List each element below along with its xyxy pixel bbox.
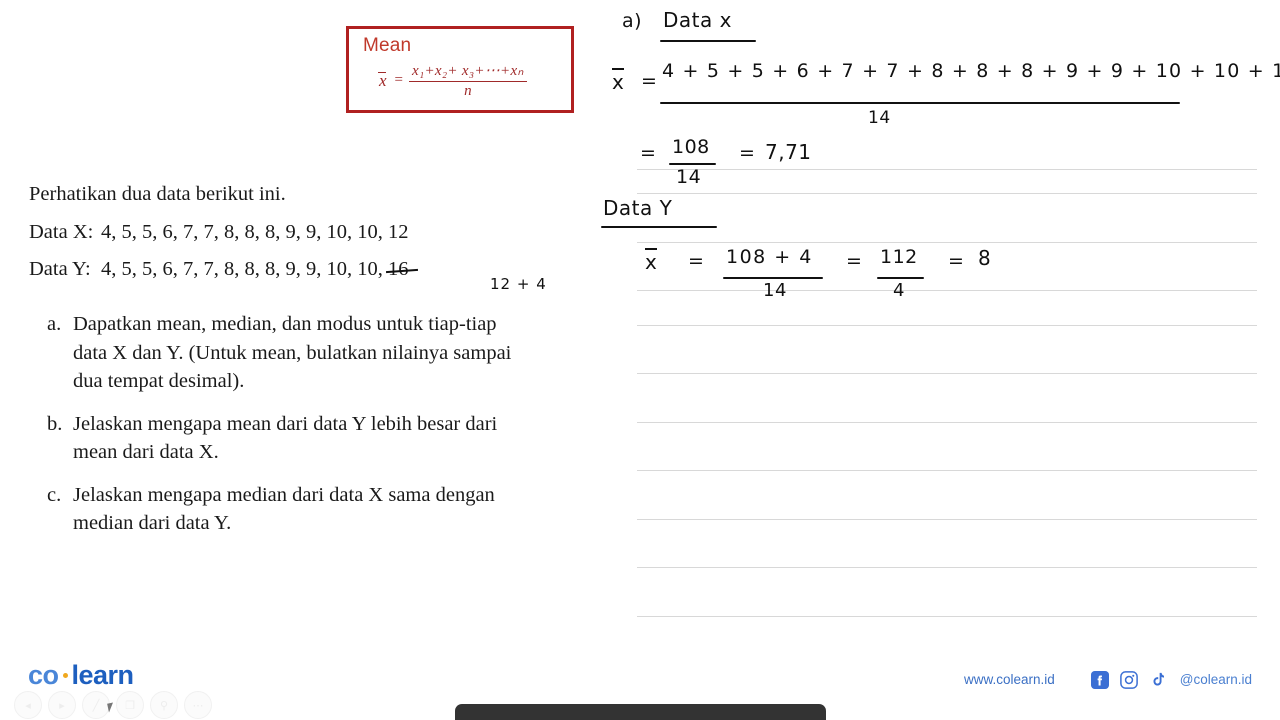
answer-data-x-mean: 7,71 [765, 140, 812, 164]
rule-line [637, 567, 1257, 568]
answer-data-x-denominator: 14 [676, 166, 702, 188]
answer-data-y-second-equals: = [846, 250, 863, 272]
bottom-action-bar[interactable] [455, 704, 826, 720]
answer-data-y-fraction2-numerator: 112 [880, 246, 918, 268]
social-handle[interactable]: @colearn.id [1180, 672, 1252, 687]
equals-sign: = [394, 72, 404, 89]
handwritten-correction: 12 + 4 [490, 275, 547, 293]
mean-formula-box: Mean x = x₁+x₂+ x₃+⋯+xₙ n [346, 26, 574, 114]
rule-line [637, 470, 1257, 471]
mean-formula-expression: x = x₁+x₂+ x₃+⋯+xₙ n [363, 61, 561, 100]
rule-line [637, 290, 1257, 291]
website-url[interactable]: www.colearn.id [964, 672, 1055, 687]
answer-data-y-denominator: 14 [763, 280, 787, 301]
fraction-numerator: x₁+x₂+ x₃+⋯+xₙ [412, 63, 524, 79]
previous-button[interactable]: ◂ [14, 691, 42, 719]
answer-data-x-heading: Data x [663, 8, 732, 32]
next-button[interactable]: ▸ [48, 691, 76, 719]
rule-line [637, 616, 1257, 617]
question-item-b: b. Jelaskan mengapa mean dari data Y leb… [47, 410, 517, 467]
question-item-c: c. Jelaskan mengapa median dari data X s… [47, 481, 517, 538]
question-panel: Mean x = x₁+x₂+ x₃+⋯+xₙ n Perhatikan dua… [0, 0, 600, 720]
copy-button[interactable]: ❐ [116, 691, 144, 719]
more-button[interactable]: ⋯ [184, 691, 212, 719]
data-y-fraction-bar [723, 277, 823, 279]
data-y-line: Data Y: 4, 5, 5, 6, 7, 7, 8, 8, 8, 9, 9, … [29, 258, 418, 281]
answer-x-symbol: x [612, 68, 625, 94]
rule-line [637, 242, 1257, 243]
rule-line [637, 169, 1257, 170]
answer-x-equals: = [641, 70, 658, 92]
question-list: a. Dapatkan mean, median, dan modus untu… [47, 310, 517, 552]
intro-text: Perhatikan dua data berikut ini. [29, 183, 286, 205]
data-y-fraction2-bar [877, 277, 924, 279]
answer-data-y-final-equals: = [948, 250, 965, 272]
data-y-heading-underline [601, 226, 717, 228]
question-item-a: a. Dapatkan mean, median, dan modus untu… [47, 310, 517, 396]
data-x-line: Data X: 4, 5, 5, 6, 7, 7, 8, 8, 8, 9, 9, … [29, 221, 409, 244]
facebook-icon[interactable] [1091, 670, 1110, 689]
answer-data-y-mean: 8 [978, 246, 992, 270]
footer-branding: www.colearn.id @colearn.id [964, 670, 1252, 689]
data-y-label: Data Y: [29, 258, 91, 280]
answer-data-y-fraction2-denominator: 4 [893, 280, 905, 301]
data-x-heading-underline [660, 40, 756, 42]
pen-button[interactable]: ╱ [82, 691, 110, 719]
answer-data-y-x-symbol: x [645, 248, 658, 274]
rule-line [637, 519, 1257, 520]
answer-panel [600, 0, 1280, 720]
answer-data-x-mean-equals: = [739, 142, 756, 164]
logo-dot-icon [62, 673, 68, 678]
question-text-c: Jelaskan mengapa median dari data X sama… [73, 483, 495, 535]
mean-formula-title: Mean [363, 35, 412, 56]
mean-fraction: x₁+x₂+ x₃+⋯+xₙ n [409, 61, 527, 100]
rule-line [637, 422, 1257, 423]
answer-data-x-count: 14 [868, 108, 891, 128]
tiktok-icon[interactable] [1149, 670, 1168, 689]
fraction-denominator: n [464, 83, 472, 100]
question-marker-a: a. [47, 313, 62, 335]
answer-data-y-equals: = [688, 250, 705, 272]
answer-part-label: a) [622, 10, 643, 32]
answer-data-y-numerator: 108 + 4 [726, 246, 813, 268]
data-x-result-fraction-bar [669, 163, 716, 165]
data-x-values: 4, 5, 5, 6, 7, 7, 8, 8, 8, 9, 9, 10, 10,… [101, 221, 409, 243]
answer-data-y-heading: Data Y [603, 196, 673, 220]
struck-value-wrapper: 16 [385, 258, 418, 281]
x-bar-symbol: x [377, 70, 387, 90]
zoom-button[interactable]: ⚲ [150, 691, 178, 719]
answer-data-x-numerator: 108 [672, 136, 710, 158]
rule-line [637, 373, 1257, 374]
rule-line [637, 193, 1257, 194]
question-text-b: Jelaskan mengapa mean dari data Y lebih … [73, 412, 498, 464]
answer-data-x-result-equals: = [640, 142, 657, 164]
answer-data-x-sum: 4 + 5 + 5 + 6 + 7 + 7 + 8 + 8 + 8 + 9 + … [662, 60, 1280, 82]
question-text-a: Dapatkan mean, median, dan modus untuk t… [73, 313, 512, 392]
data-x-label: Data X: [29, 221, 94, 243]
colearn-logo: co learn [28, 660, 134, 691]
data-x-fraction-bar [660, 102, 1180, 104]
instagram-icon[interactable] [1120, 670, 1139, 689]
logo-text-co: co [28, 660, 59, 690]
rule-line [637, 325, 1257, 326]
question-marker-c: c. [47, 483, 62, 506]
data-y-values: 4, 5, 5, 6, 7, 7, 8, 8, 8, 9, 9, 10, 10, [101, 258, 388, 280]
question-marker-b: b. [47, 412, 63, 435]
logo-text-learn: learn [71, 660, 135, 690]
